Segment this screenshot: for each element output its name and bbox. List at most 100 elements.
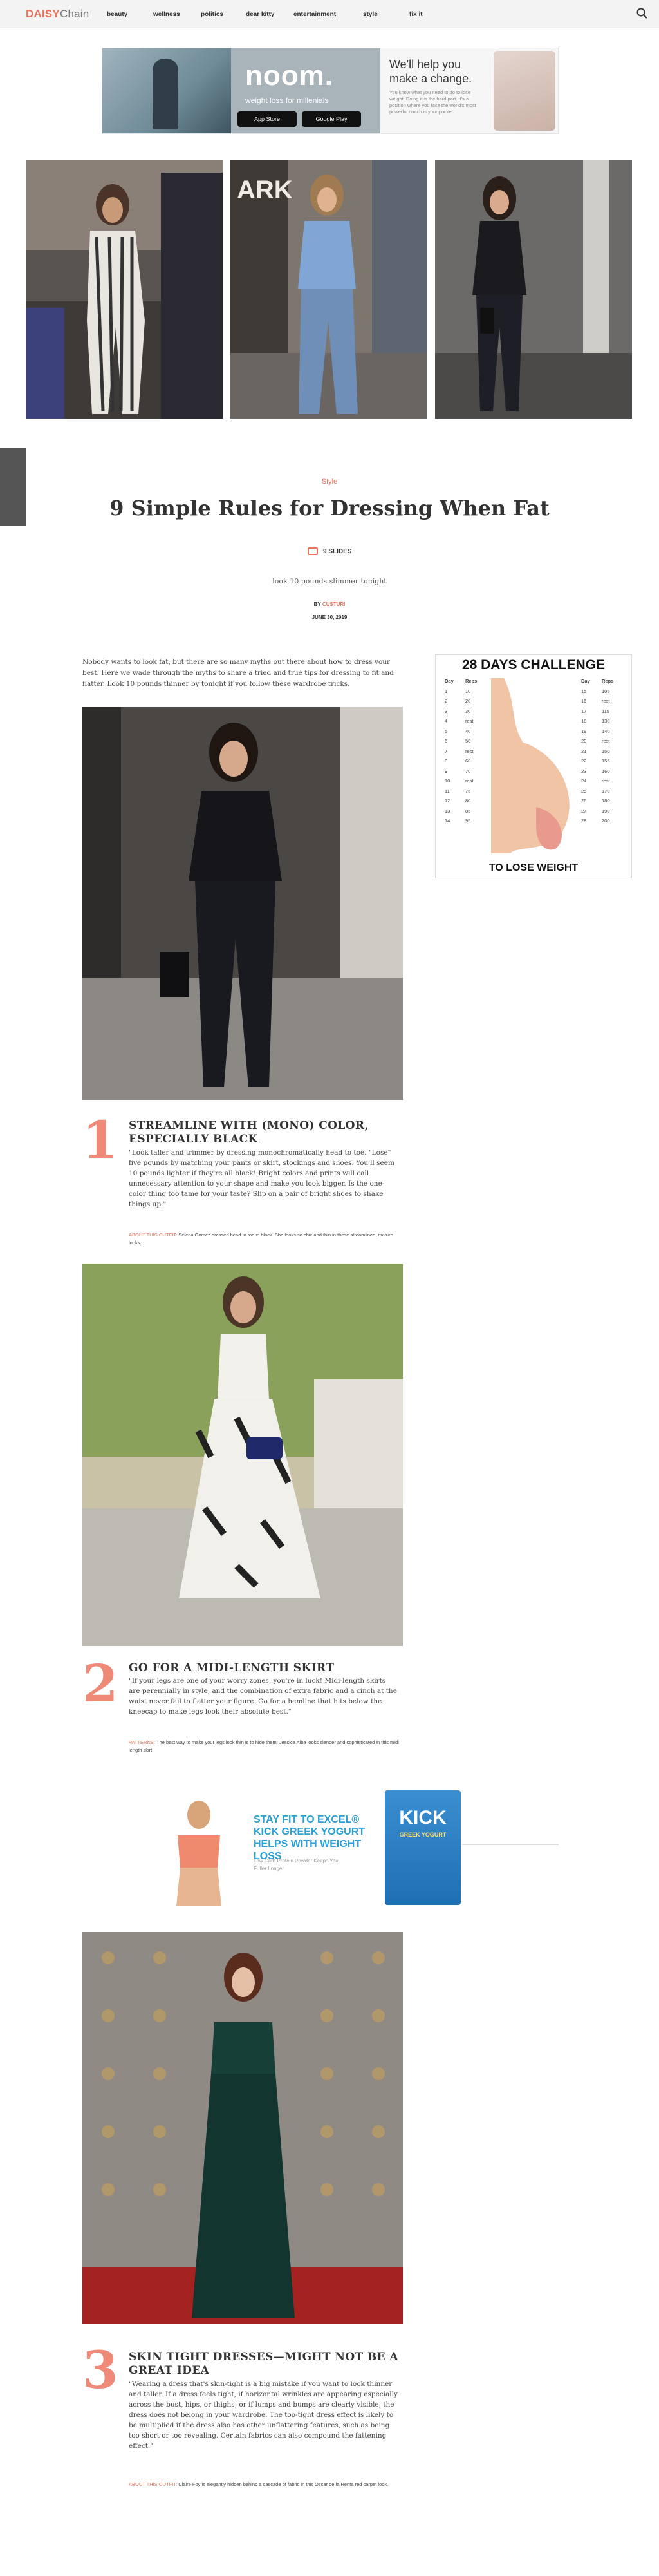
reps-cell: 180 [602, 798, 610, 804]
reps-cell: 60 [465, 758, 471, 764]
slide-3-text: "Wearing a dress that's skin-tight is a … [129, 2380, 398, 2450]
day-cell: 26 [581, 798, 587, 804]
reps-cell: rest [602, 738, 610, 744]
ad-copy: We'll help you make a change. You know w… [389, 57, 486, 115]
app-store-button[interactable]: App Store [237, 111, 297, 127]
day-cell: 5 [445, 728, 448, 734]
credit-label: ABOUT THIS OUTFIT: [129, 2481, 178, 2487]
day-cell: 28 [581, 818, 587, 824]
reps-cell: rest [602, 778, 610, 784]
mid-ad-headline: STAY FIT TO EXCEL® KICK GREEK YOGURT HEL… [254, 1814, 366, 1862]
credit-label: PATTERNS: [129, 1739, 155, 1745]
author-link[interactable]: CUSTURI [322, 601, 346, 607]
reps-cell: 95 [465, 818, 471, 824]
nav-item-wellness[interactable]: wellness [153, 11, 180, 18]
slide-2-credit: PATTERNS: The best way to make your legs… [129, 1739, 399, 1754]
svg-text:ARK: ARK [237, 176, 293, 204]
day-cell: 20 [581, 738, 587, 744]
day-cell: 4 [445, 718, 448, 724]
day-cell: 24 [581, 778, 587, 784]
reps-cell: 105 [602, 688, 610, 694]
day-cell: 3 [445, 708, 448, 714]
reps-cell: 155 [602, 758, 610, 764]
kick-brand: KICK [399, 1807, 447, 1828]
slide-2-text: "If your legs are one of your worry zone… [129, 1677, 397, 1716]
slide-1-credit: ABOUT THIS OUTFIT: Selena Gomez dressed … [129, 1231, 399, 1247]
slide-3-credit: ABOUT THIS OUTFIT: Claire Foy is elegant… [129, 2481, 399, 2488]
noom-brand-panel: noom. weight loss for millenials App Sto… [231, 48, 380, 133]
reps-cell: 80 [465, 798, 471, 804]
nav-item-politics[interactable]: politics [201, 11, 223, 18]
byline-label: BY [313, 601, 321, 607]
day-cell: 1 [445, 688, 448, 694]
nav-item-style[interactable]: style [363, 11, 378, 18]
slide-1-text: "Look taller and trimmer by dressing mon… [129, 1149, 394, 1208]
belly-illustration [491, 678, 570, 853]
slide-3-image [82, 1932, 403, 2324]
reps-cell: 40 [465, 728, 471, 734]
day-cell: 18 [581, 718, 587, 724]
slides-count: 9 SLIDES [308, 547, 351, 555]
kick-yogurt-ad[interactable]: STAY FIT TO EXCEL® KICK GREEK YOGURT HEL… [102, 1790, 559, 1906]
reps-cell: rest [465, 778, 474, 784]
day-cell: 7 [445, 748, 448, 754]
reps-cell: 130 [602, 718, 610, 724]
day-cell: 9 [445, 768, 448, 774]
slide-2-title: GO FOR A MIDI-LENGTH SKIRT [129, 1662, 335, 1674]
publish-date: JUNE 30, 2019 [311, 614, 348, 620]
ad-runner-photo [102, 48, 231, 133]
reps-cell: 70 [465, 768, 471, 774]
reps-cell: 170 [602, 788, 610, 794]
col-reps: Reps [602, 678, 614, 684]
google-play-button[interactable]: Google Play [302, 111, 361, 127]
challenge-table-left: Day Reps 1 10 2 20 3 30 4 rest 5 40 6 50 7 rest … [445, 678, 486, 828]
reps-cell: 20 [465, 698, 471, 704]
ad-woman-image [176, 1801, 221, 1906]
mid-ad-body: Low Carb Protein Powder Keeps You Fuller… [254, 1858, 339, 1871]
site-logo[interactable]: DAISYChain [26, 8, 89, 21]
credit-text: The best way to make your legs look thin… [129, 1739, 399, 1753]
ad-headline: We'll help you make a change. [389, 58, 472, 85]
reps-cell: 140 [602, 728, 610, 734]
noom-banner-ad[interactable]: noom. weight loss for millenials App Sto… [102, 48, 559, 134]
nav-item-fix-it[interactable]: fix it [409, 11, 423, 18]
slide-1-number: 1 [82, 1110, 118, 1170]
hero-image-left [26, 160, 223, 419]
logo-part-2: Chain [59, 8, 89, 20]
reps-cell: 150 [602, 748, 610, 754]
noom-logo: noom. [245, 60, 333, 91]
reps-cell: 190 [602, 808, 610, 814]
article-subtitle: look 10 pounds slimmer tonight [272, 577, 387, 585]
day-cell: 10 [445, 778, 450, 784]
slides-label: 9 SLIDES [323, 547, 352, 555]
challenge-side-ad[interactable]: 28 DAYS CHALLENGE Day Reps 1 10 2 20 3 30 4 r… [435, 654, 632, 878]
reps-cell: 30 [465, 708, 471, 714]
nav-item-entertainment[interactable]: entertainment [293, 11, 336, 18]
reps-cell: rest [602, 698, 610, 704]
day-cell: 21 [581, 748, 587, 754]
reps-cell: rest [465, 748, 474, 754]
article-category[interactable]: Style [0, 478, 659, 486]
hero-image-right [435, 160, 632, 419]
search-icon[interactable] [636, 7, 649, 20]
kick-product-name: GREEK YOGURT [399, 1832, 447, 1838]
nav-item-beauty[interactable]: beauty [107, 11, 127, 18]
day-cell: 17 [581, 708, 587, 714]
reps-cell: 85 [465, 808, 471, 814]
slide-3-title: SKIN TIGHT DRESSES—MIGHT NOT BE A GREAT … [129, 2351, 398, 2377]
slide-1-title: STREAMLINE WITH (MONO) COLOR, ESPECIALLY… [129, 1119, 369, 1146]
byline: BY CUSTURI [0, 601, 659, 607]
col-day: Day [581, 678, 590, 684]
nav-item-dear-kitty[interactable]: dear kitty [246, 11, 274, 18]
top-navigation-bar: DAISYChain beauty wellness politics dear… [0, 0, 659, 28]
col-day: Day [445, 678, 454, 684]
reps-cell: 10 [465, 688, 471, 694]
day-cell: 15 [581, 688, 587, 694]
reps-cell: 75 [465, 788, 471, 794]
day-cell: 12 [445, 798, 450, 804]
hero-image-center: ARK [230, 160, 427, 419]
day-cell: 22 [581, 758, 587, 764]
reps-cell: 200 [602, 818, 610, 824]
reps-cell: rest [465, 718, 474, 724]
challenge-headline: 28 DAYS CHALLENGE [461, 658, 606, 672]
